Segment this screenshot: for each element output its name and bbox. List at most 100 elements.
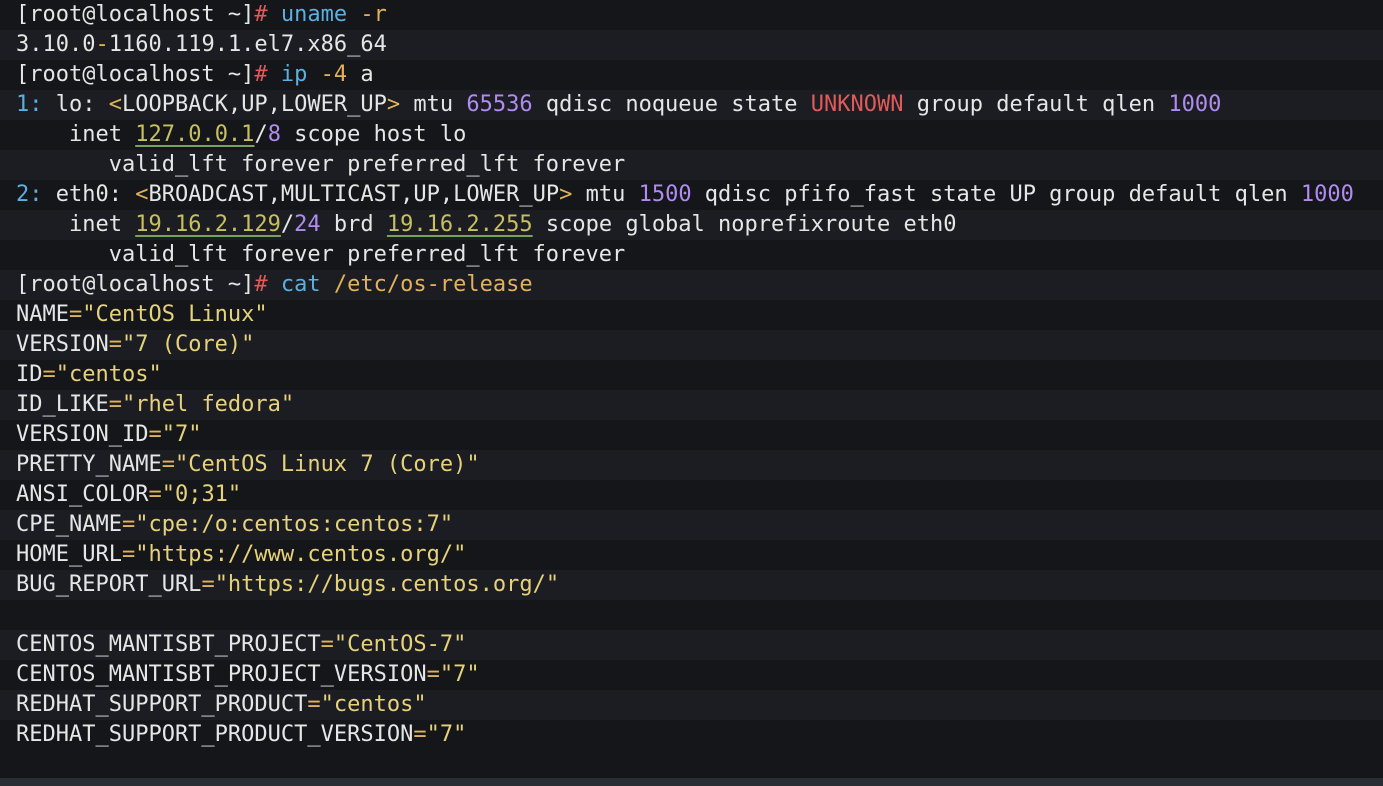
terminal-text-segment: = (68, 302, 83, 327)
terminal-text-segment: UNKNOWN (810, 92, 904, 117)
terminal-text-segment: [root@localhost ~] (16, 2, 255, 27)
terminal-text-segment: REDHAT_SUPPORT_PRODUCT_VERSION (16, 722, 414, 747)
terminal-text-segment: = (148, 422, 162, 447)
terminal-text-segment: scope host lo (280, 122, 467, 147)
terminal-text-segment: - (95, 32, 109, 57)
terminal-text-segment: > (559, 182, 573, 207)
terminal-text-segment: inet (16, 212, 136, 237)
terminal-text-segment: "7" (161, 422, 202, 447)
terminal-text-segment: valid_lft forever preferred_lft forever (16, 242, 626, 267)
terminal-text-segment: PRETTY_NAME (16, 452, 162, 477)
terminal-text-segment: valid_lft forever preferred_lft forever (16, 152, 626, 177)
terminal-text-segment: / (254, 122, 268, 147)
terminal-text-segment: / (280, 212, 295, 237)
terminal-text-segment: "CentOS-7" (333, 632, 467, 657)
terminal-line: valid_lft forever preferred_lft forever (16, 150, 626, 180)
terminal-text-segment: cat (280, 272, 321, 297)
terminal-line: REDHAT_SUPPORT_PRODUCT="centos" (16, 690, 427, 720)
terminal-text-segment: CPE_NAME (16, 512, 122, 537)
terminal-text-segment: BROADCAST,MULTICAST,UP,LOWER_UP (148, 182, 560, 207)
terminal-text-segment: inet (16, 122, 136, 147)
terminal-line: inet 19.16.2.129/24 brd 19.16.2.255 scop… (16, 210, 956, 240)
terminal-line: ANSI_COLOR="0;31" (16, 480, 241, 510)
terminal-text-segment: = (148, 482, 162, 507)
terminal-line: PRETTY_NAME="CentOS Linux 7 (Core)" (16, 450, 480, 480)
terminal-text-segment: # (254, 2, 281, 27)
terminal-line: [root@localhost ~]# cat /etc/os-release (16, 270, 533, 300)
terminal-text-segment: 1000 (1300, 182, 1354, 207)
terminal-text-segment: /etc/os-release (320, 272, 533, 297)
terminal-text-segment: < (135, 182, 149, 207)
terminal-text-segment: uname (280, 2, 348, 27)
terminal-text-segment: = (161, 452, 175, 477)
terminal-text-segment: qdisc noqueue state (532, 92, 811, 117)
terminal-text-segment: group default qlen (903, 92, 1169, 117)
terminal-line: ID="centos" (16, 360, 162, 390)
terminal-text-segment: = (108, 332, 122, 357)
terminal-text-segment: 1500 (638, 182, 692, 207)
terminal-text-segment: HOME_URL (16, 542, 122, 567)
terminal-text-segment: 1000 (1168, 92, 1222, 117)
terminal-text-segment: "cpe:/o:centos:centos:7" (135, 512, 454, 537)
terminal-text-segment: CENTOS_MANTISBT_PROJECT (16, 632, 321, 657)
terminal-text-segment: 1: (16, 92, 56, 117)
terminal-line: [root@localhost ~]# ip -4 a (16, 60, 374, 90)
terminal-text-segment: 1160.119.1.el7.x86_64 (108, 32, 387, 57)
terminal-text-segment: > (386, 92, 401, 117)
terminal-text-segment: 24 (294, 212, 321, 237)
terminal-text-segment: 19.16.2.129 (135, 212, 281, 237)
terminal-text-segment: # (254, 272, 281, 297)
terminal-text-segment: qdisc pfifo_fast state UP group default … (691, 182, 1301, 207)
terminal-text-segment: < (108, 92, 122, 117)
terminal-text-segment: 127.0.0.1 (135, 122, 255, 147)
terminal-text-segment: "centos" (55, 362, 162, 387)
terminal-text-segment: BUG_REPORT_URL (16, 572, 202, 597)
terminal-text-segment: VERSION (16, 332, 109, 357)
terminal-text-segment: = (121, 512, 136, 537)
terminal-text-segment: "https://bugs.centos.org/" (214, 572, 560, 597)
terminal-text-segment: ID (16, 362, 43, 387)
terminal-line: ID_LIKE="rhel fedora" (16, 390, 294, 420)
terminal-line: [root@localhost ~]# uname -r (16, 0, 387, 30)
terminal-text-segment: "https://www.centos.org/" (135, 542, 467, 567)
terminal-line: inet 127.0.0.1/8 scope host lo (16, 120, 466, 150)
terminal-text-segment: scope global noprefixroute eth0 (532, 212, 957, 237)
terminal-text-segment: [root@localhost ~] (16, 272, 255, 297)
terminal-text-segment: -4 (307, 62, 348, 87)
terminal-line: VERSION_ID="7" (16, 420, 201, 450)
terminal-text-segment: mtu (400, 92, 467, 117)
terminal-line: 3.10.0-1160.119.1.el7.x86_64 (16, 30, 387, 60)
terminal-text-segment: = (108, 392, 122, 417)
terminal-line: REDHAT_SUPPORT_PRODUCT_VERSION="7" (16, 720, 466, 750)
terminal-text-segment: brd (320, 212, 387, 237)
terminal-text-segment: [root@localhost ~] (16, 62, 255, 87)
terminal-text-segment: "7" (426, 722, 467, 747)
terminal-line: 1: lo: <LOOPBACK,UP,LOWER_UP> mtu 65536 … (16, 90, 1221, 120)
terminal-line: CENTOS_MANTISBT_PROJECT="CentOS-7" (16, 630, 466, 660)
terminal-text-segment: "rhel fedora" (121, 392, 295, 417)
terminal-text-segment: 2: (16, 182, 56, 207)
terminal-text-segment: ANSI_COLOR (16, 482, 149, 507)
terminal-line: valid_lft forever preferred_lft forever (16, 240, 626, 270)
terminal-text-segment: "7 (Core)" (121, 332, 255, 357)
bottom-status-bar (0, 778, 1383, 786)
terminal-line: HOME_URL="https://www.centos.org/" (16, 540, 466, 570)
terminal-text-segment: lo: (55, 92, 109, 117)
terminal-text-segment: "CentOS Linux" (82, 302, 268, 327)
terminal-line: 2: eth0: <BROADCAST,MULTICAST,UP,LOWER_U… (16, 180, 1354, 210)
terminal-text-segment: # (254, 62, 281, 87)
terminal-text-segment: "0;31" (161, 482, 242, 507)
terminal-text-segment: eth0: (55, 182, 136, 207)
terminal-text-segment: = (426, 662, 440, 687)
terminal-text-segment: VERSION_ID (16, 422, 149, 447)
terminal-text-segment: CENTOS_MANTISBT_PROJECT_VERSION (16, 662, 427, 687)
terminal-text-segment: 19.16.2.255 (386, 212, 533, 237)
terminal-text-segment: = (307, 692, 321, 717)
terminal-text-segment: 3.10.0 (16, 32, 96, 57)
terminal-text-segment: a (347, 62, 374, 87)
terminal-text-segment: LOOPBACK,UP,LOWER_UP (121, 92, 387, 117)
terminal-text-segment: = (413, 722, 427, 747)
terminal-text-segment: ip (280, 62, 308, 87)
terminal-window[interactable]: [root@localhost ~]# uname -r 3.10.0-1160.… (0, 0, 1383, 786)
terminal-text-segment: REDHAT_SUPPORT_PRODUCT (16, 692, 308, 717)
